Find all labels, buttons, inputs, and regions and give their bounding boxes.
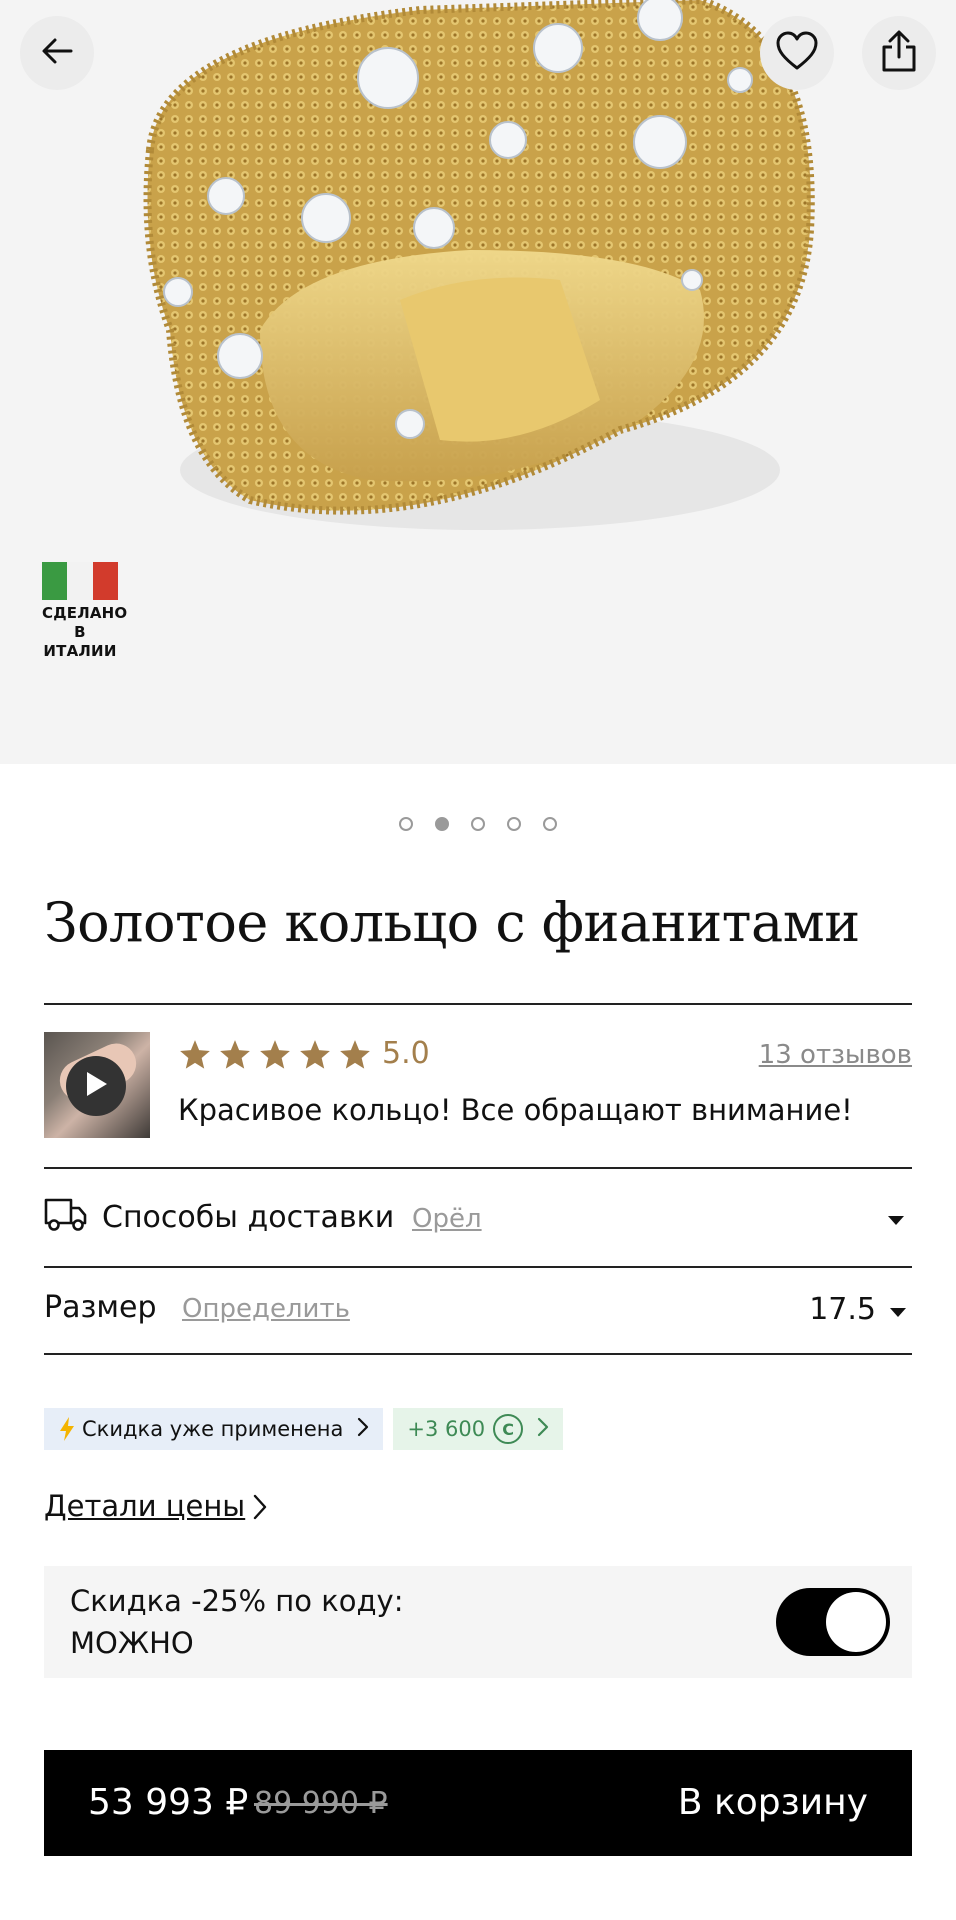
review-summary[interactable]: 5.0 13 отзывов Красивое кольцо! Все обра… [44, 1032, 912, 1140]
add-to-cart-label: В корзину [677, 1782, 868, 1823]
gallery-dot[interactable] [471, 817, 485, 831]
gallery-dot[interactable] [507, 817, 521, 831]
discount-applied-label: Скидка уже применена [82, 1417, 344, 1441]
add-to-cart-button[interactable]: 53 993 ₽ 89 990 ₽ В корзину [44, 1750, 912, 1856]
old-price: 89 990 ₽ [254, 1786, 388, 1821]
divider [44, 1353, 912, 1355]
star-icon [260, 1040, 290, 1069]
price-badges: Скидка уже применена +3 600 С [44, 1408, 564, 1450]
chevron-right-icon [357, 1417, 369, 1442]
rating-stars [178, 1038, 372, 1072]
size-label: Размер [44, 1290, 157, 1325]
share-icon [879, 29, 919, 77]
arrow-left-icon [37, 31, 77, 75]
delivery-city-link[interactable]: Орёл [412, 1202, 482, 1236]
made-in-label-line2: В ИТАЛИИ [43, 623, 117, 660]
promo-toggle[interactable] [776, 1588, 890, 1656]
bonus-points-badge[interactable]: +3 600 С [393, 1408, 564, 1450]
back-button[interactable] [20, 16, 94, 90]
promo-text: Скидка -25% по коду: МОЖНО [70, 1580, 403, 1664]
gallery-pagination [0, 817, 956, 831]
star-icon [300, 1040, 330, 1069]
price-details-link[interactable]: Детали цены [44, 1486, 245, 1526]
play-button[interactable] [66, 1056, 126, 1116]
chevron-right-icon [537, 1417, 549, 1442]
rating-score: 5.0 [382, 1036, 430, 1071]
chevron-down-icon[interactable] [888, 1216, 904, 1225]
product-image-ring [143, 0, 815, 530]
review-video-thumbnail[interactable] [44, 1032, 150, 1138]
size-value[interactable]: 17.5 [809, 1290, 876, 1330]
made-in-label-line1: СДЕЛАНО [42, 604, 128, 622]
discount-applied-badge[interactable]: Скидка уже применена [44, 1408, 384, 1450]
delivery-label: Способы доставки [102, 1200, 395, 1235]
star-icon [220, 1040, 250, 1069]
gallery-dot[interactable] [543, 817, 557, 831]
play-icon [83, 1070, 109, 1102]
size-measure-link[interactable]: Определить [182, 1292, 350, 1326]
current-price: 53 993 ₽ [88, 1782, 249, 1823]
chevron-down-icon[interactable] [890, 1308, 906, 1317]
product-title: Золотое кольцо с фианитами [44, 891, 860, 954]
divider [44, 1003, 912, 1005]
italy-flag-icon [42, 562, 118, 600]
coin-icon: С [493, 1414, 524, 1444]
chevron-right-icon[interactable] [252, 1494, 268, 1524]
product-image-gallery[interactable]: СДЕЛАНО В ИТАЛИИ [0, 0, 956, 764]
star-icon [340, 1040, 370, 1069]
bonus-points-label: +3 600 [407, 1417, 486, 1441]
gallery-dot-active[interactable] [435, 817, 449, 831]
made-in-italy-badge: СДЕЛАНО В ИТАЛИИ [42, 562, 128, 661]
promo-code-panel: Скидка -25% по коду: МОЖНО [44, 1566, 912, 1678]
delivery-options-row[interactable]: Способы доставки Орёл [44, 1168, 912, 1268]
review-snippet: Красивое кольцо! Все обращают внимание! [178, 1093, 853, 1127]
promo-code: МОЖНО [70, 1626, 194, 1660]
share-button[interactable] [862, 16, 936, 90]
heart-icon [774, 30, 820, 76]
promo-label: Скидка -25% по коду: [70, 1584, 404, 1618]
truck-icon [44, 1196, 88, 1236]
reviews-count-link[interactable]: 13 отзывов [759, 1038, 912, 1072]
favorite-button[interactable] [760, 16, 834, 90]
made-in-italy-label: СДЕЛАНО В ИТАЛИИ [42, 604, 128, 661]
star-icon [180, 1040, 210, 1069]
lightning-icon [58, 1416, 76, 1442]
size-selector-row[interactable]: Размер Определить 17.5 [44, 1268, 912, 1354]
gallery-dot[interactable] [399, 817, 413, 831]
